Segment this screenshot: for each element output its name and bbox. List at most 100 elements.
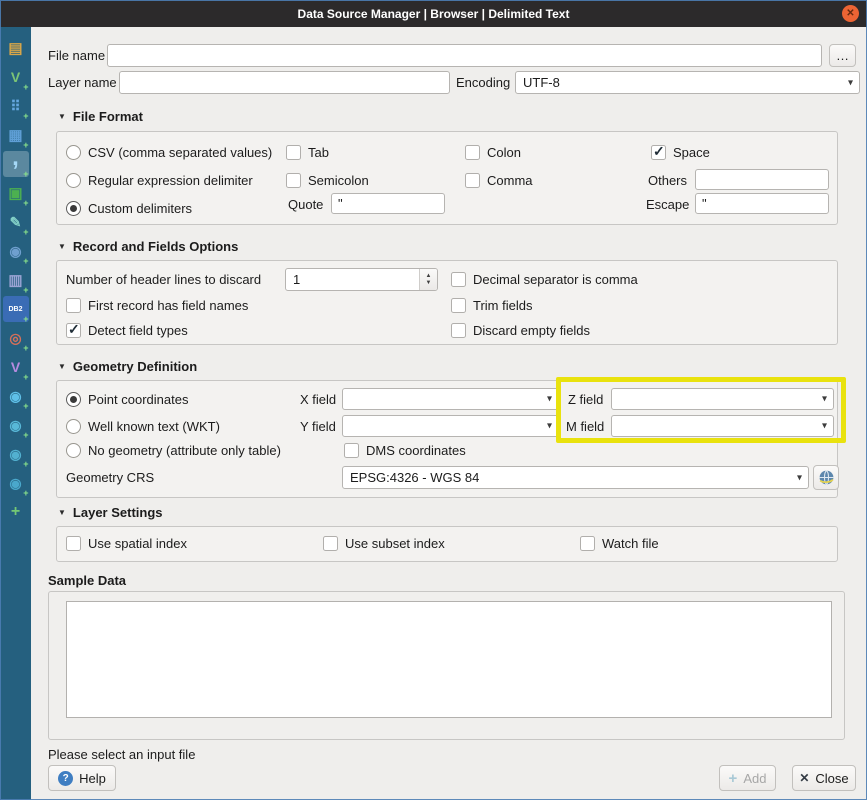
sidebar: ▤V⠿▦,▣✎◉▥DB2◎V◉◉◉◉+ bbox=[0, 27, 31, 800]
titlebar: Data Source Manager | Browser | Delimite… bbox=[0, 0, 867, 27]
wfs-layer-icon[interactable]: ◉ bbox=[3, 412, 29, 438]
escape-label: Escape bbox=[646, 197, 689, 212]
header-lines-spinner[interactable]: 1 ▲ ▼ bbox=[285, 268, 438, 291]
semicolon-checkbox-label: Semicolon bbox=[308, 173, 369, 188]
record-options-header[interactable]: ▼ Record and Fields Options bbox=[58, 239, 238, 254]
layer-settings-header[interactable]: ▼ Layer Settings bbox=[58, 505, 163, 520]
encoding-select[interactable]: UTF-8 ▾ bbox=[515, 71, 860, 94]
no-geometry-radio[interactable]: No geometry (attribute only table) bbox=[66, 441, 281, 459]
layer-name-input[interactable] bbox=[119, 71, 450, 94]
radio-icon bbox=[66, 443, 81, 458]
custom-delimiters-radio[interactable]: Custom delimiters bbox=[66, 199, 192, 217]
m-field-select[interactable]: ▾ bbox=[611, 415, 834, 437]
close-icon: ✕ bbox=[799, 771, 809, 785]
colon-checkbox[interactable]: Colon bbox=[465, 143, 521, 161]
wms-layer-icon[interactable]: ◉ bbox=[3, 383, 29, 409]
quote-label: Quote bbox=[288, 197, 323, 212]
add-button[interactable]: + Add bbox=[719, 765, 776, 791]
spin-down-icon[interactable]: ▼ bbox=[426, 280, 432, 287]
detect-field-types-checkbox-label: Detect field types bbox=[88, 323, 188, 338]
discard-empty-checkbox-label: Discard empty fields bbox=[473, 323, 590, 338]
csv-radio-label: CSV (comma separated values) bbox=[88, 145, 272, 160]
file-name-input[interactable] bbox=[107, 44, 822, 67]
m-field-label: M field bbox=[566, 419, 604, 434]
tab-checkbox-label: Tab bbox=[308, 145, 329, 160]
geopackage-icon[interactable]: ▣ bbox=[3, 180, 29, 206]
y-field-select[interactable]: ▾ bbox=[342, 415, 559, 437]
trim-fields-checkbox[interactable]: Trim fields bbox=[451, 296, 532, 314]
add-icon: + bbox=[729, 770, 738, 787]
checkbox-icon bbox=[66, 323, 81, 338]
no-geometry-radio-label: No geometry (attribute only table) bbox=[88, 443, 281, 458]
comma-checkbox[interactable]: Comma bbox=[465, 171, 533, 189]
close-icon: ✕ bbox=[846, 8, 854, 19]
escape-input[interactable] bbox=[695, 193, 829, 214]
postgis-icon[interactable]: ◉ bbox=[3, 238, 29, 264]
checkbox-icon bbox=[465, 145, 480, 160]
wkt-radio-label: Well known text (WKT) bbox=[88, 419, 220, 434]
collapse-arrow-icon: ▼ bbox=[58, 508, 66, 517]
spatialite-icon[interactable]: ✎ bbox=[3, 209, 29, 235]
others-input[interactable] bbox=[695, 169, 829, 190]
wcs-layer-icon[interactable]: ◉ bbox=[3, 441, 29, 467]
checkbox-icon bbox=[286, 173, 301, 188]
browser-folder-icon[interactable]: ▤ bbox=[3, 35, 29, 61]
radio-icon bbox=[66, 173, 81, 188]
layer-name-label: Layer name bbox=[48, 75, 117, 90]
geometry-definition-header[interactable]: ▼ Geometry Definition bbox=[58, 359, 197, 374]
semicolon-checkbox[interactable]: Semicolon bbox=[286, 171, 369, 189]
sample-data-area[interactable] bbox=[66, 601, 832, 718]
quote-input[interactable] bbox=[331, 193, 445, 214]
geometry-crs-value: EPSG:4326 - WGS 84 bbox=[350, 470, 479, 485]
radio-icon bbox=[66, 145, 81, 160]
spin-up-icon[interactable]: ▲ bbox=[426, 273, 432, 280]
plugin-source-icon[interactable]: + bbox=[3, 499, 29, 525]
mssql-icon[interactable]: ▥ bbox=[3, 267, 29, 293]
space-checkbox[interactable]: Space bbox=[651, 143, 710, 161]
radio-icon bbox=[66, 201, 81, 216]
select-crs-button[interactable] bbox=[813, 465, 839, 490]
spatial-index-checkbox[interactable]: Use spatial index bbox=[66, 534, 187, 552]
decimal-separator-checkbox[interactable]: Decimal separator is comma bbox=[451, 270, 638, 288]
watch-file-checkbox[interactable]: Watch file bbox=[580, 534, 659, 552]
detect-field-types-checkbox[interactable]: Detect field types bbox=[66, 321, 188, 339]
csv-radio[interactable]: CSV (comma separated values) bbox=[66, 143, 272, 161]
dms-coordinates-checkbox[interactable]: DMS coordinates bbox=[344, 441, 466, 459]
checkbox-icon bbox=[323, 536, 338, 551]
encoding-label: Encoding bbox=[456, 75, 510, 90]
colon-checkbox-label: Colon bbox=[487, 145, 521, 160]
subset-index-checkbox[interactable]: Use subset index bbox=[323, 534, 445, 552]
regex-radio[interactable]: Regular expression delimiter bbox=[66, 171, 253, 189]
wkt-radio[interactable]: Well known text (WKT) bbox=[66, 417, 220, 435]
arcgis-layer-icon[interactable]: ◉ bbox=[3, 470, 29, 496]
data-source-manager-dialog: Data Source Manager | Browser | Delimite… bbox=[0, 0, 867, 800]
first-record-checkbox[interactable]: First record has field names bbox=[66, 296, 248, 314]
file-format-header[interactable]: ▼ File Format bbox=[58, 109, 143, 124]
layer-settings-title: Layer Settings bbox=[73, 505, 163, 520]
mesh-layer-icon[interactable]: ⠿ bbox=[3, 93, 29, 119]
vector-layer-icon[interactable]: V bbox=[3, 64, 29, 90]
x-field-select[interactable]: ▾ bbox=[342, 388, 559, 410]
spinner-buttons[interactable]: ▲ ▼ bbox=[419, 269, 437, 290]
collapse-arrow-icon: ▼ bbox=[58, 362, 66, 371]
checkbox-icon bbox=[451, 298, 466, 313]
oracle-icon[interactable]: ◎ bbox=[3, 325, 29, 351]
spatial-index-checkbox-label: Use spatial index bbox=[88, 536, 187, 551]
point-coordinates-radio[interactable]: Point coordinates bbox=[66, 390, 188, 408]
radio-icon bbox=[66, 419, 81, 434]
window-close-button[interactable]: ✕ bbox=[842, 5, 859, 22]
checkbox-icon bbox=[651, 145, 666, 160]
browse-button[interactable]: … bbox=[829, 44, 856, 67]
discard-empty-checkbox[interactable]: Discard empty fields bbox=[451, 321, 590, 339]
help-icon: ? bbox=[58, 771, 73, 786]
delimited-text-icon[interactable]: , bbox=[3, 151, 29, 177]
virtual-layer-icon[interactable]: V bbox=[3, 354, 29, 380]
geometry-crs-select[interactable]: EPSG:4326 - WGS 84 ▾ bbox=[342, 466, 809, 489]
header-lines-value: 1 bbox=[286, 269, 419, 290]
tab-checkbox[interactable]: Tab bbox=[286, 143, 329, 161]
file-name-label: File name bbox=[48, 48, 105, 63]
help-button[interactable]: ? Help bbox=[48, 765, 116, 791]
close-button[interactable]: ✕ Close bbox=[792, 765, 856, 791]
db2-icon[interactable]: DB2 bbox=[3, 296, 29, 322]
z-field-select[interactable]: ▾ bbox=[611, 388, 834, 410]
